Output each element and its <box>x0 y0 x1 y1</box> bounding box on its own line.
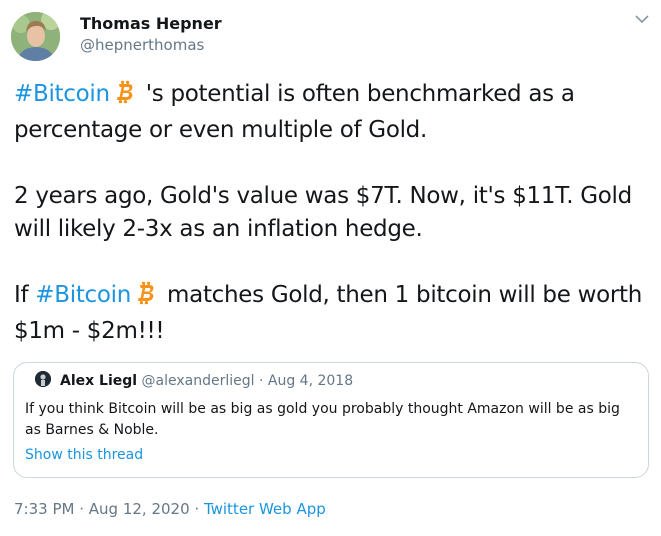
quoted-tweet[interactable]: Alex Liegl @alexanderliegl · Aug 4, 2018… <box>13 362 649 478</box>
quoted-author-handle: @alexanderliegl <box>141 373 255 389</box>
tweet-paragraph: 2 years ago, Gold's value was $7T. Now, … <box>14 180 659 246</box>
author-avatar[interactable] <box>11 12 60 61</box>
tweet-source-link[interactable]: Twitter Web App <box>204 500 326 518</box>
separator: · <box>189 500 204 518</box>
quoted-tweet-date: Aug 4, 2018 <box>267 373 354 389</box>
show-thread-link[interactable]: Show this thread <box>25 447 143 463</box>
quoted-author-avatar <box>35 371 51 387</box>
quoted-author-name: Alex Liegl <box>60 373 138 389</box>
tweet-text-segment: percentage or even multiple of Gold. <box>14 117 427 143</box>
author-name[interactable]: Thomas Hepner <box>80 14 222 33</box>
separator: · <box>254 373 268 389</box>
tweet-text-segment: 2 years ago, Gold's value was $7T. Now, … <box>14 183 632 209</box>
tweet-time[interactable]: 7:33 PM <box>14 500 74 518</box>
author-handle[interactable]: @hepnerthomas <box>80 36 204 54</box>
tweet-paragraph: If #Bitcoin matches Gold, then 1 bitcoin… <box>14 279 659 348</box>
separator: · <box>74 500 89 518</box>
hashtag-link[interactable]: #Bitcoin <box>35 282 131 308</box>
tweet-card: Thomas Hepner @hepnerthomas #Bitcoin 's … <box>0 0 661 536</box>
tweet-date[interactable]: Aug 12, 2020 <box>89 500 190 518</box>
quoted-tweet-header: Alex Liegl @alexanderliegl · Aug 4, 2018 <box>60 373 353 389</box>
bitcoin-icon <box>114 80 136 114</box>
tweet-text-segment: $1m - $2m!!! <box>14 318 165 344</box>
tweet-text-segment: If <box>14 282 36 308</box>
tweet-text-segment: 's potential is often benchmarked as a <box>138 81 575 107</box>
quoted-tweet-text: If you think Bitcoin will be as big as g… <box>25 401 620 438</box>
tweet-meta: 7:33 PM · Aug 12, 2020 · Twitter Web App <box>14 500 326 518</box>
avatar-image <box>11 12 60 61</box>
tweet-text: #Bitcoin 's potential is often benchmark… <box>14 78 659 381</box>
chevron-down-icon[interactable] <box>633 10 651 28</box>
tweet-paragraph: #Bitcoin 's potential is often benchmark… <box>14 78 659 147</box>
bitcoin-icon <box>135 281 157 315</box>
tweet-text-segment: matches Gold, then 1 bitcoin will be wor… <box>160 282 643 308</box>
tweet-text-segment: will likely 2-3x as an inflation hedge. <box>14 216 423 242</box>
hashtag-link[interactable]: #Bitcoin <box>14 81 110 107</box>
